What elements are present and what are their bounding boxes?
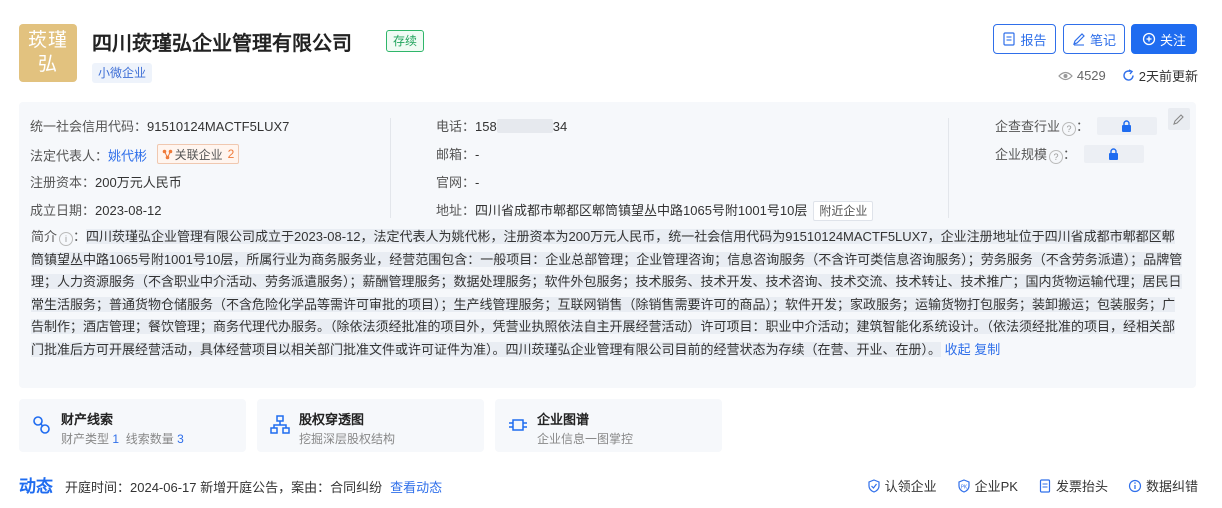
logo-text: 莰瑾弘 [27, 30, 68, 75]
company-name: 四川莰瑾弘企业管理有限公司 [92, 33, 352, 55]
header-stats: 4529 2天前更新 [1058, 66, 1198, 85]
action-bar: 认领企业 PK 企业PK 发票抬头 数据纠错 [867, 476, 1198, 495]
founded-value: 2023-08-12 [95, 203, 162, 218]
intro-text: 四川莰瑾弘企业管理有限公司成立于2023-08-12，法定代表人为姚代彬，注册资… [31, 229, 1183, 357]
shield-check-icon [868, 478, 880, 493]
credit-code-row: 统一社会信用代码：91510124MACTF5LUX7 [30, 119, 290, 134]
follow-icon [1142, 32, 1156, 46]
follow-label: 关注 [1159, 32, 1186, 48]
company-page: 莰瑾弘 四川莰瑾弘企业管理有限公司 存续 小微企业 报告 笔记 关注 4529 … [0, 0, 1222, 508]
dynamics-title: 动态 [19, 477, 53, 496]
equity-tree-icon [270, 415, 290, 434]
card-sub: 企业信息一图掌控 [537, 432, 634, 446]
eye-icon [1058, 71, 1073, 80]
industry-row: 企查查行业?： [995, 116, 1158, 136]
dynamics-text: 开庭时间：2024-06-17 新增开庭公告，案由：合同纠纷 查看动态 [65, 480, 443, 495]
invoice-title-button[interactable]: 发票抬头 [1038, 476, 1108, 495]
column-divider [390, 118, 391, 218]
legal-rep-row: 法定代表人：姚代彬 关联企业 2 [30, 144, 240, 165]
phone-mask [496, 119, 553, 133]
collapse-link[interactable]: 收起 [945, 342, 971, 357]
card-title: 财产线索 [61, 412, 114, 427]
update-status[interactable]: 2天前更新 [1122, 66, 1198, 85]
svg-text:PK: PK [960, 484, 967, 490]
size-badge[interactable]: 小微企业 [92, 63, 153, 83]
website-row: 官网：- [436, 175, 480, 190]
graph-icon [509, 419, 527, 431]
website-value: - [475, 175, 480, 190]
card-sub: 财产类型 1 线索数量 3 [61, 432, 184, 446]
pencil-icon [1073, 33, 1085, 46]
industry-locked[interactable] [1097, 117, 1158, 135]
help-icon[interactable]: ? [1062, 122, 1077, 136]
capital-value: 200万元人民币 [95, 175, 182, 190]
email-row: 邮箱：- [436, 147, 480, 162]
data-correction-button[interactable]: 数据纠错 [1128, 476, 1198, 495]
follow-button[interactable]: 关注 [1131, 24, 1197, 54]
status-badge: 存续 [386, 30, 425, 52]
copy-link[interactable]: 复制 [974, 342, 1000, 357]
help-icon[interactable]: i [59, 232, 74, 247]
invoice-icon [1039, 478, 1051, 493]
claim-company-button[interactable]: 认领企业 [867, 476, 937, 495]
company-pk-button[interactable]: PK 企业PK [957, 476, 1018, 495]
card-enterprise-graph[interactable]: 企业图谱 企业信息一图掌控 [495, 399, 722, 452]
founded-row: 成立日期：2023-08-12 [30, 203, 162, 218]
edit-icon [1173, 114, 1184, 125]
info-circle-icon [1128, 479, 1142, 492]
lock-icon [1109, 148, 1119, 160]
info-panel: 统一社会信用代码：91510124MACTF5LUX7 法定代表人：姚代彬 关联… [19, 102, 1196, 388]
address-value[interactable]: 四川省成都市郫都区郫筒镇望丛中路1065号附1001号10层 [475, 203, 807, 218]
column-divider-2 [948, 118, 949, 218]
document-icon [1003, 32, 1016, 46]
nearby-companies-tag[interactable]: 附近企业 [813, 201, 874, 221]
scale-locked[interactable] [1084, 145, 1145, 163]
pk-icon: PK [958, 478, 970, 493]
report-button[interactable]: 报告 [993, 24, 1056, 54]
card-equity-penetration[interactable]: 股权穿透图 挖掘深层股权结构 [257, 399, 484, 452]
help-icon[interactable]: ? [1049, 150, 1064, 164]
lock-icon [1122, 120, 1132, 132]
edit-button[interactable] [1168, 108, 1190, 130]
company-intro: 简介 i ：四川莰瑾弘企业管理有限公司成立于2023-08-12，法定代表人为姚代彬… [31, 229, 1183, 357]
legal-rep-link[interactable]: 姚代彬 [108, 149, 147, 164]
card-title: 股权穿透图 [299, 412, 365, 427]
company-logo: 莰瑾弘 [19, 24, 77, 82]
property-clue-icon [33, 416, 50, 434]
refresh-icon [1123, 69, 1134, 81]
related-companies-tag[interactable]: 关联企业 2 [156, 144, 240, 164]
email-value: - [475, 147, 480, 162]
phone-row: 电话：158 34 [436, 119, 568, 134]
card-title: 企业图谱 [537, 412, 590, 427]
notes-button[interactable]: 笔记 [1063, 24, 1125, 54]
card-sub: 挖掘深层股权结构 [299, 432, 396, 446]
network-icon [162, 149, 172, 159]
address-row: 地址：四川省成都市郫都区郫筒镇望丛中路1065号附1001号10层 附近企业 [436, 200, 874, 221]
scale-row: 企业规模?： [995, 144, 1145, 164]
card-property-clues[interactable]: 财产线索 财产类型 1 线索数量 3 [19, 399, 246, 452]
capital-row: 注册资本：200万元人民币 [30, 175, 182, 190]
views-count: 4529 [1058, 68, 1106, 83]
credit-code[interactable]: 91510124MACTF5LUX7 [147, 119, 289, 134]
notes-label: 笔记 [1089, 32, 1116, 48]
view-dynamics-link[interactable]: 查看动态 [390, 480, 442, 495]
report-label: 报告 [1020, 32, 1047, 48]
